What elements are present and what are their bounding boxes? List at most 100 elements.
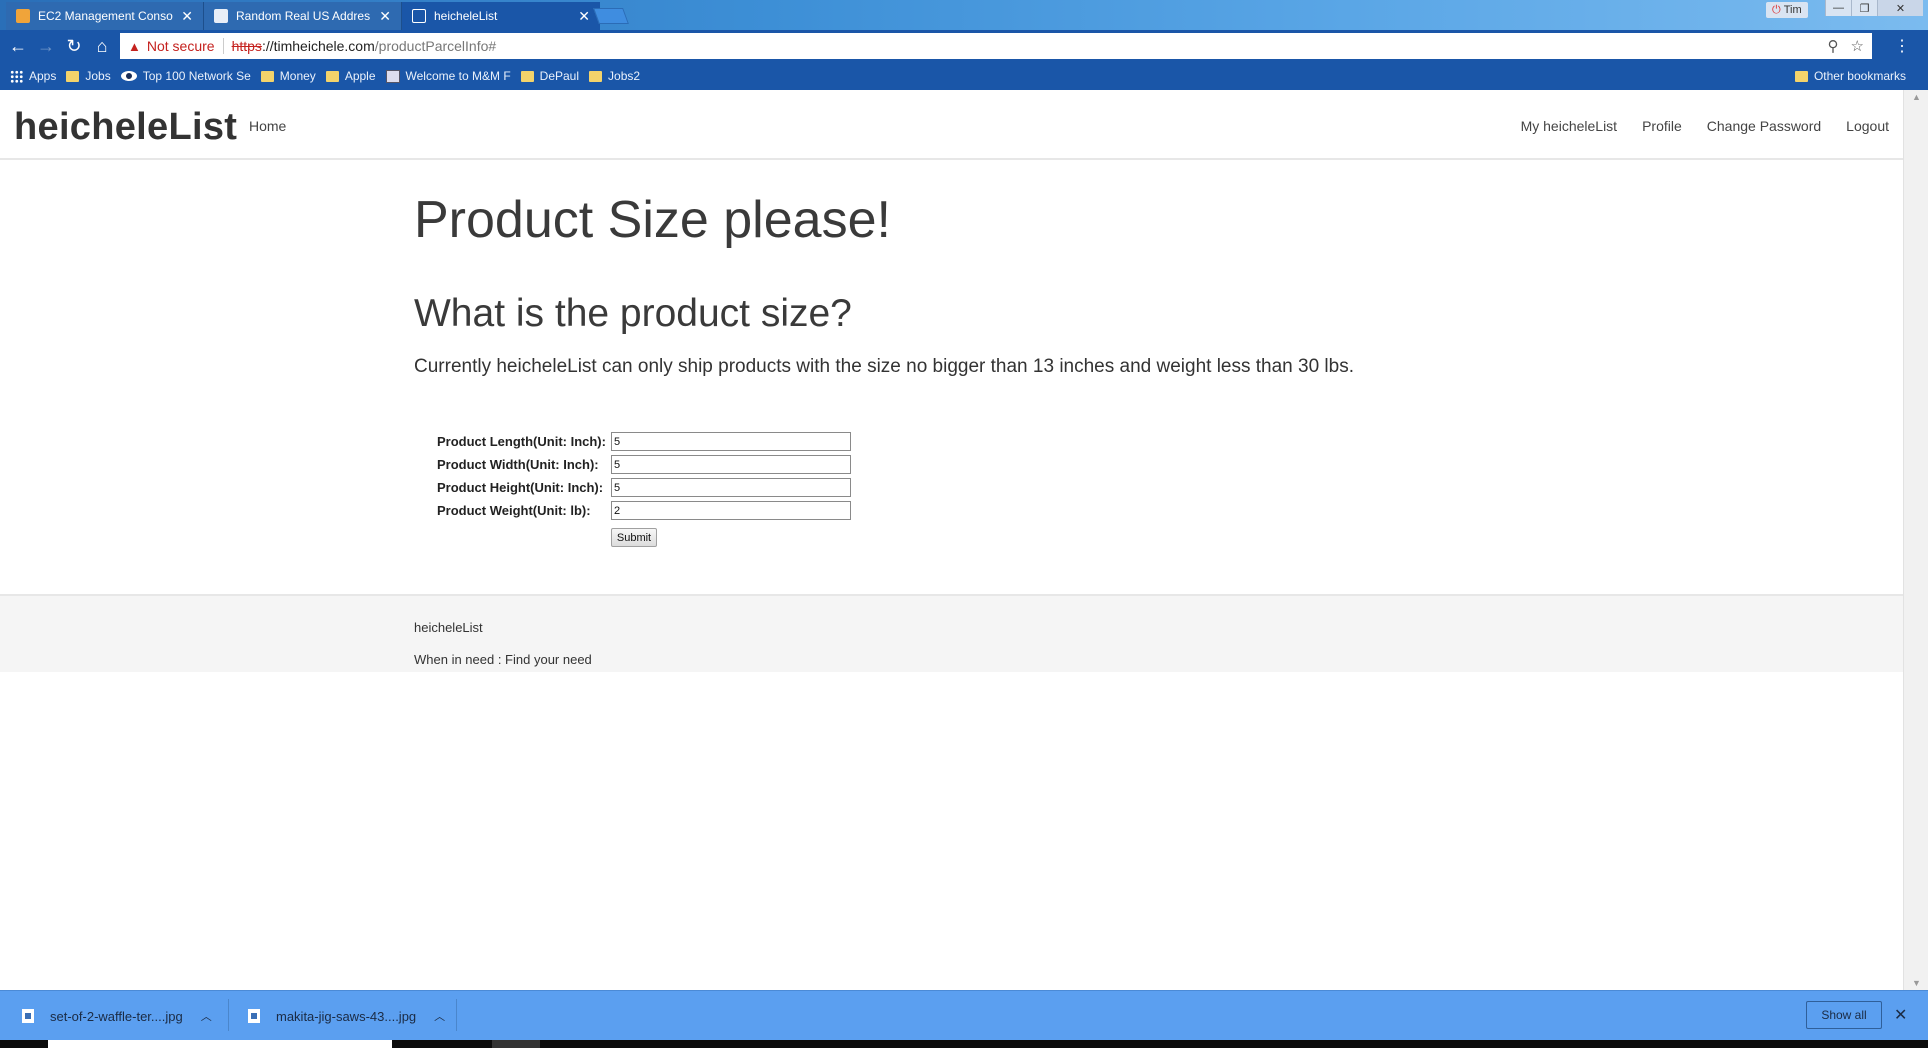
bookmark-jobs2[interactable]: Jobs2: [589, 69, 640, 83]
chevron-up-icon[interactable]: ︿: [201, 1008, 212, 1024]
bookmark-money[interactable]: Money: [260, 69, 316, 83]
page-favicon-icon: [214, 9, 228, 23]
bookmark-label: Jobs2: [608, 69, 641, 83]
main-content: Product Size please! What is the product…: [414, 190, 1354, 378]
bookmark-apple[interactable]: Apple: [325, 69, 376, 83]
site-brand-logo[interactable]: heicheleList: [14, 106, 237, 149]
scroll-down-icon[interactable]: ▼: [1912, 978, 1921, 988]
nav-profile-link[interactable]: Profile: [1642, 118, 1682, 134]
chevron-up-icon[interactable]: ︿: [434, 1008, 445, 1024]
download-divider: [456, 999, 457, 1031]
forward-arrow-icon[interactable]: →: [32, 32, 60, 60]
bookmarks-bar: Apps Jobs Top 100 Network Se Money Apple…: [0, 62, 1928, 90]
window-close-icon[interactable]: ✕: [1877, 0, 1923, 16]
footer-tagline: When in need : Find your need: [414, 652, 592, 667]
page-subtitle: What is the product size?: [414, 292, 852, 335]
other-bookmarks[interactable]: Other bookmarks: [1794, 69, 1906, 83]
back-arrow-icon[interactable]: ←: [4, 32, 32, 60]
bookmark-label: Money: [279, 69, 316, 83]
shipping-limits-text: Currently heicheleList can only ship pro…: [414, 356, 1354, 377]
download-item[interactable]: set-of-2-waffle-ter....jpg ︿: [22, 1001, 212, 1031]
bookmark-mm[interactable]: Welcome to M&M F: [385, 69, 511, 83]
tab-title: Random Real US Addres: [236, 9, 371, 23]
tab-close-icon[interactable]: ✕: [379, 9, 391, 23]
tab-close-icon[interactable]: ✕: [181, 9, 193, 23]
folder-icon: [589, 70, 603, 82]
nav-home-link[interactable]: Home: [249, 118, 286, 134]
profile-button[interactable]: ⏻ Tim: [1766, 2, 1808, 18]
scroll-up-icon[interactable]: ▲: [1912, 92, 1921, 102]
bookmark-depaul[interactable]: DePaul: [520, 69, 580, 83]
footer-brand: heicheleList: [414, 620, 483, 635]
tab-title: heicheleList: [434, 9, 498, 23]
folder-icon: [520, 70, 534, 82]
form-row-height: Product Height(Unit: Inch):: [437, 476, 851, 499]
tab-close-icon[interactable]: ✕: [578, 9, 590, 23]
height-input[interactable]: [611, 478, 851, 497]
bookmark-star-icon[interactable]: ☆: [1851, 37, 1864, 55]
home-icon[interactable]: ⌂: [88, 32, 116, 60]
web-page: heicheleList Home My heicheleList Profil…: [0, 90, 1903, 990]
bookmark-label: Jobs: [85, 69, 111, 83]
document-icon: [412, 9, 426, 23]
mm-icon: [385, 69, 400, 83]
length-input[interactable]: [611, 432, 851, 451]
bookmark-label: Top 100 Network Se: [142, 69, 251, 83]
height-label: Product Height(Unit: Inch):: [437, 480, 604, 495]
bookmark-label: Welcome to M&M F: [405, 69, 511, 83]
nav-logout-link[interactable]: Logout: [1846, 118, 1889, 134]
close-download-shelf-icon[interactable]: ✕: [1894, 1005, 1907, 1025]
profile-name: Tim: [1783, 4, 1802, 16]
folder-icon: [66, 70, 80, 82]
image-file-icon: [22, 1009, 34, 1023]
address-bar[interactable]: ▲ Not secure https://timheichele.com/pro…: [120, 33, 1872, 59]
nav-right: My heicheleList Profile Change Password …: [1521, 118, 1889, 134]
show-all-downloads-button[interactable]: Show all: [1806, 1001, 1882, 1029]
page-scrollbar[interactable]: ▲ ▼: [1903, 90, 1928, 990]
weight-input[interactable]: [611, 501, 851, 520]
image-file-icon: [248, 1009, 260, 1023]
page-title: Product Size please!: [414, 191, 891, 249]
bookmark-jobs[interactable]: Jobs: [66, 69, 111, 83]
tab-random-us-address[interactable]: Random Real US Addres ✕: [204, 2, 402, 30]
form-row-weight: Product Weight(Unit: lb):: [437, 499, 851, 522]
bookmark-label: Apps: [29, 69, 57, 83]
restore-icon[interactable]: ❐: [1851, 0, 1877, 16]
download-item[interactable]: makita-jig-saws-43....jpg ︿: [248, 1001, 445, 1031]
bookmark-top-100-network[interactable]: Top 100 Network Se: [120, 69, 251, 83]
bookmark-label: DePaul: [539, 69, 580, 83]
width-input[interactable]: [611, 455, 851, 474]
download-filename: set-of-2-waffle-ter....jpg: [50, 1008, 183, 1024]
weight-label: Product Weight(Unit: lb):: [437, 503, 591, 518]
download-filename: makita-jig-saws-43....jpg: [276, 1008, 417, 1024]
submit-button[interactable]: Submit: [611, 528, 657, 547]
length-label: Product Length(Unit: Inch):: [437, 434, 606, 449]
form-row-width: Product Width(Unit: Inch):: [437, 453, 851, 476]
search-icon[interactable]: ⚲: [1828, 37, 1839, 55]
window-controls: — ❐ ✕: [1825, 0, 1923, 16]
nav-my-heichelelist-link[interactable]: My heicheleList: [1521, 118, 1618, 134]
url-path: /productParcelInfo#: [374, 38, 497, 54]
folder-icon: [325, 70, 339, 82]
bookmark-label: Other bookmarks: [1813, 69, 1906, 83]
minimize-icon[interactable]: —: [1825, 0, 1851, 16]
not-secure-label[interactable]: Not secure: [147, 38, 215, 54]
os-taskbar: [0, 1040, 1928, 1048]
tab-title: EC2 Management Conso: [38, 9, 173, 23]
url-host: ://timheichele.com: [261, 38, 375, 54]
new-tab-button[interactable]: [593, 8, 629, 24]
bookmark-apps[interactable]: Apps: [10, 69, 56, 83]
browser-menu-icon[interactable]: ⋮: [1894, 36, 1910, 56]
tab-ec2-management[interactable]: EC2 Management Conso ✕: [6, 2, 204, 30]
nav-change-password-link[interactable]: Change Password: [1707, 118, 1821, 134]
warning-triangle-icon: ▲: [128, 38, 141, 54]
omnibox-actions: ⚲ ☆: [1828, 37, 1864, 55]
omnibox-divider: [222, 38, 224, 54]
eye-icon: [120, 71, 137, 81]
site-header: heicheleList Home My heicheleList Profil…: [0, 90, 1903, 160]
browser-tab-strip: EC2 Management Conso ✕ Random Real US Ad…: [0, 0, 1928, 30]
reload-icon[interactable]: ↻: [60, 32, 88, 60]
browser-toolbar: ← → ↻ ⌂ ▲ Not secure https://timheichele…: [0, 30, 1928, 62]
tab-heichelelist[interactable]: heicheleList ✕: [402, 2, 600, 30]
site-footer: heicheleList When in need : Find your ne…: [0, 594, 1903, 672]
